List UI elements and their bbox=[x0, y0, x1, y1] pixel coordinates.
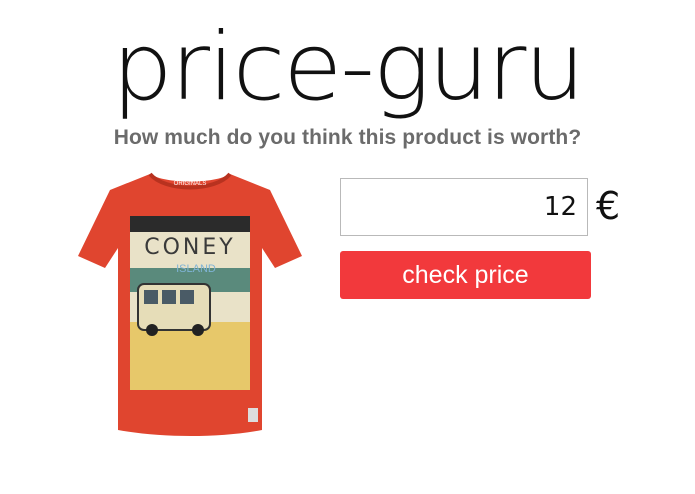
product-image: ORIGINALS CONEY ISLAND bbox=[70, 162, 310, 442]
price-guess-input[interactable] bbox=[340, 178, 588, 236]
price-entry-row: € bbox=[340, 178, 640, 240]
print-subtitle: ISLAND bbox=[176, 263, 216, 275]
check-price-button[interactable]: check price bbox=[340, 251, 591, 299]
price-guru-page: price-guru How much do you think this pr… bbox=[0, 0, 695, 494]
shirt-brand-tag: ORIGINALS bbox=[174, 181, 207, 187]
print-title: CONEY bbox=[144, 235, 235, 260]
question-prompt: How much do you think this product is wo… bbox=[113, 126, 582, 149]
app-logo: price-guru bbox=[111, 13, 585, 122]
currency-symbol: € bbox=[596, 184, 621, 228]
